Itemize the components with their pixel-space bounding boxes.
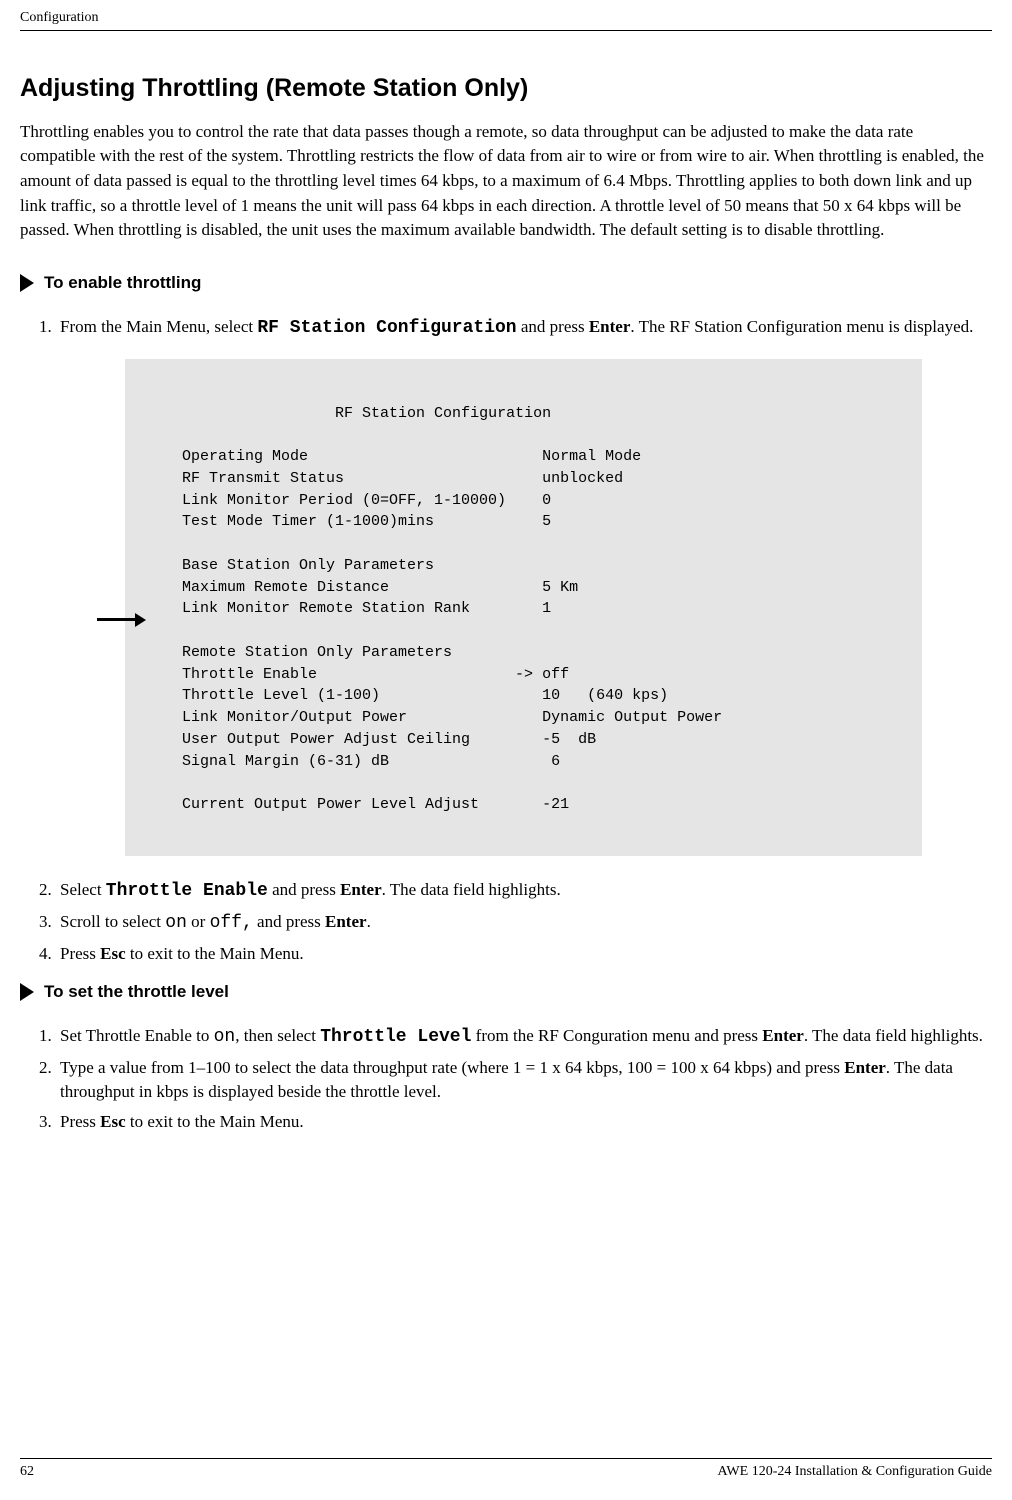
step-text: From the Main Menu, select: [60, 317, 257, 336]
step-text: and press: [253, 912, 325, 931]
subsection-title: To set the throttle level: [44, 980, 229, 1004]
subsection-title: To enable throttling: [44, 271, 201, 295]
arrow-line: [97, 618, 135, 621]
intro-paragraph: Throttling enables you to control the ra…: [20, 120, 992, 243]
step-4: Press Esc to exit to the Main Menu.: [56, 942, 992, 966]
page-header: Configuration: [20, 8, 992, 31]
step-text: Type a value from 1–100 to select the da…: [60, 1058, 844, 1077]
step-text: to exit to the Main Menu.: [126, 1112, 304, 1131]
key-name: Enter: [762, 1026, 804, 1045]
page-footer: 62 AWE 120-24 Installation & Configurati…: [20, 1458, 992, 1482]
key-name: Esc: [100, 944, 126, 963]
step-1: From the Main Menu, select RF Station Co…: [56, 315, 992, 341]
arrow-bullet-icon: [20, 274, 34, 292]
page-title: Adjusting Throttling (Remote Station Onl…: [20, 71, 992, 106]
step-text: , then select: [235, 1026, 320, 1045]
step-text: Press: [60, 944, 100, 963]
step-text: Scroll to select: [60, 912, 165, 931]
step-text: to exit to the Main Menu.: [126, 944, 304, 963]
step-text: . The data field highlights.: [382, 880, 561, 899]
subsection-enable-throttling: To enable throttling: [20, 271, 992, 295]
rf-configuration-display: RF Station Configuration Operating Mode …: [125, 359, 922, 856]
key-name: Enter: [325, 912, 367, 931]
arrow-head-icon: [135, 613, 146, 627]
config-text: RF Station Configuration Operating Mode …: [155, 405, 722, 814]
step-text: or: [187, 912, 210, 931]
code-text: off,: [210, 913, 253, 933]
step-3: Scroll to select on or off, and press En…: [56, 910, 992, 936]
set-throttle-steps: Set Throttle Enable to on, then select T…: [20, 1024, 992, 1134]
key-name: Enter: [844, 1058, 886, 1077]
enable-throttling-steps: From the Main Menu, select RF Station Co…: [20, 315, 992, 341]
document-title: AWE 120-24 Installation & Configuration …: [717, 1462, 992, 1482]
step-text: . The data field highlights.: [804, 1026, 983, 1045]
command-text: RF Station Configuration: [257, 318, 516, 338]
step-2: Select Throttle Enable and press Enter. …: [56, 878, 992, 904]
step-2: Type a value from 1–100 to select the da…: [56, 1056, 992, 1104]
code-text: on: [165, 913, 187, 933]
step-text: .: [367, 912, 371, 931]
step-text: and press: [268, 880, 340, 899]
code-text: on: [214, 1027, 236, 1047]
step-1: Set Throttle Enable to on, then select T…: [56, 1024, 992, 1050]
step-text: . The RF Station Configuration menu is d…: [630, 317, 973, 336]
arrow-bullet-icon: [20, 983, 34, 1001]
step-text: Select: [60, 880, 106, 899]
page-number: 62: [20, 1462, 34, 1482]
key-name: Esc: [100, 1112, 126, 1131]
step-3: Press Esc to exit to the Main Menu.: [56, 1110, 992, 1134]
subsection-set-throttle-level: To set the throttle level: [20, 980, 992, 1004]
step-text: and press: [517, 317, 589, 336]
enable-throttling-steps-cont: Select Throttle Enable and press Enter. …: [20, 878, 992, 966]
key-name: Enter: [589, 317, 631, 336]
pointer-arrow-icon: [97, 613, 146, 627]
command-text: Throttle Enable: [106, 881, 268, 901]
command-text: Throttle Level: [320, 1027, 471, 1047]
step-text: Set Throttle Enable to: [60, 1026, 214, 1045]
step-text: Press: [60, 1112, 100, 1131]
key-name: Enter: [340, 880, 382, 899]
step-text: from the RF Conguration menu and press: [471, 1026, 762, 1045]
